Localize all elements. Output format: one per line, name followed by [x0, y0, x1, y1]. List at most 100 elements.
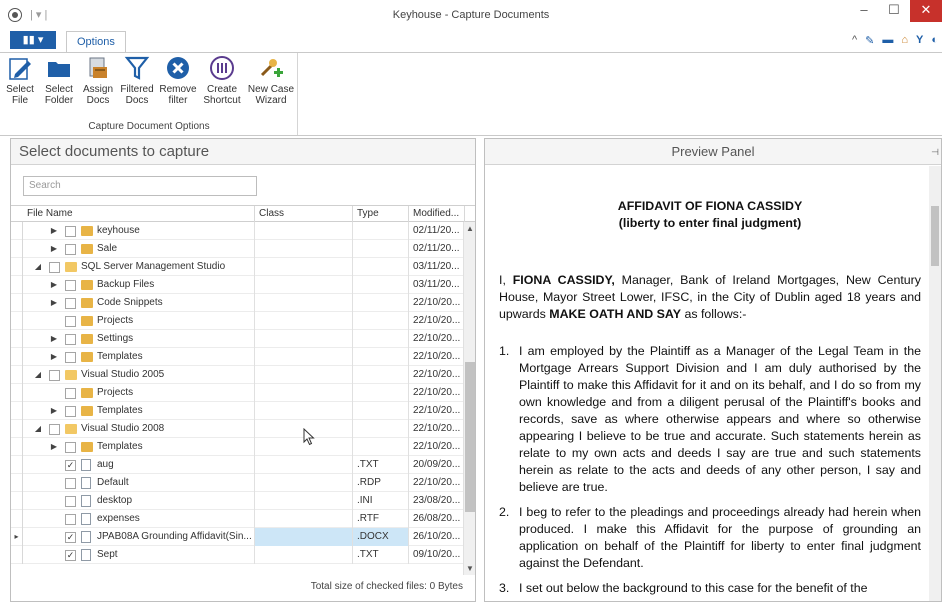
- cell-class[interactable]: [255, 222, 353, 240]
- cell-file-name[interactable]: ▶ Backup Files: [23, 276, 255, 294]
- table-row[interactable]: Projects 22/10/20...: [11, 384, 465, 402]
- cell-modified[interactable]: 09/10/20...: [409, 546, 465, 564]
- row-checkbox[interactable]: [65, 244, 76, 255]
- cell-modified[interactable]: 23/08/20...: [409, 492, 465, 510]
- cell-file-name[interactable]: ✓ Sept: [23, 546, 255, 564]
- row-checkbox[interactable]: [65, 352, 76, 363]
- cell-modified[interactable]: 22/10/20...: [409, 312, 465, 330]
- row-checkbox[interactable]: [49, 370, 60, 381]
- cell-file-name[interactable]: ▶ Templates: [23, 402, 255, 420]
- cell-modified[interactable]: 20/09/20...: [409, 456, 465, 474]
- cell-class[interactable]: [255, 276, 353, 294]
- assign-icon[interactable]: ⌂: [901, 34, 908, 47]
- cell-type[interactable]: [353, 312, 409, 330]
- row-indicator[interactable]: [11, 420, 23, 438]
- help-icon[interactable]: ◐: [931, 34, 938, 47]
- cell-type[interactable]: .RTF: [353, 510, 409, 528]
- row-checkbox[interactable]: [65, 496, 76, 507]
- table-row[interactable]: ▶ Settings 22/10/20...: [11, 330, 465, 348]
- cell-modified[interactable]: 22/10/20...: [409, 384, 465, 402]
- row-checkbox[interactable]: [65, 442, 76, 453]
- row-indicator[interactable]: [11, 366, 23, 384]
- table-row[interactable]: ▸ ✓ JPAB08A Grounding Affidavit(Sin... .DOC…: [11, 528, 465, 546]
- cell-class[interactable]: [255, 312, 353, 330]
- scroll-up-icon[interactable]: ▲: [464, 224, 476, 233]
- cell-class[interactable]: [255, 456, 353, 474]
- row-checkbox[interactable]: ✓: [65, 532, 76, 543]
- cell-class[interactable]: [255, 510, 353, 528]
- expand-arrow-icon[interactable]: ▶: [49, 240, 59, 258]
- collapse-arrow-icon[interactable]: ◢: [33, 258, 43, 276]
- cell-class[interactable]: [255, 528, 353, 546]
- filtered-docs-button[interactable]: Filtered Docs: [118, 55, 156, 106]
- row-indicator[interactable]: [11, 384, 23, 402]
- row-indicator[interactable]: [11, 492, 23, 510]
- minimize-button[interactable]: –: [850, 0, 878, 22]
- cell-modified[interactable]: 22/10/20...: [409, 438, 465, 456]
- maximize-button[interactable]: ☐: [880, 0, 908, 22]
- row-indicator[interactable]: [11, 510, 23, 528]
- table-row[interactable]: ▶ Sale 02/11/20...: [11, 240, 465, 258]
- row-checkbox[interactable]: [49, 262, 60, 273]
- pencil-icon[interactable]: ✎: [865, 34, 874, 47]
- cell-type[interactable]: [353, 222, 409, 240]
- row-indicator[interactable]: [11, 456, 23, 474]
- cell-modified[interactable]: 22/10/20...: [409, 402, 465, 420]
- cell-modified[interactable]: 03/11/20...: [409, 258, 465, 276]
- table-row[interactable]: ▶ Backup Files 03/11/20...: [11, 276, 465, 294]
- cell-type[interactable]: [353, 276, 409, 294]
- table-row[interactable]: ◢ SQL Server Management Studio 03/11/20...: [11, 258, 465, 276]
- row-indicator[interactable]: [11, 474, 23, 492]
- row-checkbox[interactable]: [65, 406, 76, 417]
- row-indicator[interactable]: [11, 294, 23, 312]
- row-checkbox[interactable]: [65, 280, 76, 291]
- row-checkbox[interactable]: ✓: [65, 550, 76, 561]
- cell-class[interactable]: [255, 474, 353, 492]
- cell-class[interactable]: [255, 384, 353, 402]
- cell-modified[interactable]: 22/10/20...: [409, 420, 465, 438]
- remove-filter-button[interactable]: Remove filter: [158, 55, 198, 106]
- cell-file-name[interactable]: ◢ SQL Server Management Studio: [23, 258, 255, 276]
- table-row[interactable]: ▶ Templates 22/10/20...: [11, 348, 465, 366]
- cell-class[interactable]: [255, 294, 353, 312]
- cell-modified[interactable]: 26/10/20...: [409, 528, 465, 546]
- row-indicator[interactable]: [11, 348, 23, 366]
- cell-type[interactable]: .DOCX: [353, 528, 409, 546]
- cell-modified[interactable]: 22/10/20...: [409, 348, 465, 366]
- row-checkbox[interactable]: [65, 514, 76, 525]
- select-file-button[interactable]: Select File: [2, 55, 38, 106]
- table-row[interactable]: Projects 22/10/20...: [11, 312, 465, 330]
- table-row[interactable]: ✓ aug .TXT 20/09/20...: [11, 456, 465, 474]
- cell-class[interactable]: [255, 240, 353, 258]
- collapse-arrow-icon[interactable]: ◢: [33, 366, 43, 384]
- table-row[interactable]: ▶ Templates 22/10/20...: [11, 402, 465, 420]
- cell-type[interactable]: .TXT: [353, 546, 409, 564]
- row-checkbox[interactable]: ✓: [65, 460, 76, 471]
- cell-file-name[interactable]: ▶ Templates: [23, 348, 255, 366]
- new-case-wizard-button[interactable]: New Case Wizard: [246, 55, 296, 106]
- scroll-down-icon[interactable]: ▼: [464, 564, 476, 573]
- cell-file-name[interactable]: Projects: [23, 384, 255, 402]
- create-shortcut-button[interactable]: Create Shortcut: [200, 55, 244, 106]
- cell-type[interactable]: [353, 348, 409, 366]
- cell-modified[interactable]: 26/08/20...: [409, 510, 465, 528]
- cell-type[interactable]: [353, 258, 409, 276]
- row-indicator[interactable]: [11, 258, 23, 276]
- cell-class[interactable]: [255, 348, 353, 366]
- table-row[interactable]: ✓ Sept .TXT 09/10/20...: [11, 546, 465, 564]
- expand-arrow-icon[interactable]: ▶: [49, 294, 59, 312]
- search-input[interactable]: Search: [23, 176, 257, 196]
- cell-modified[interactable]: 22/10/20...: [409, 330, 465, 348]
- row-checkbox[interactable]: [49, 424, 60, 435]
- table-row[interactable]: ◢ Visual Studio 2005 22/10/20...: [11, 366, 465, 384]
- assign-docs-button[interactable]: Assign Docs: [80, 55, 116, 106]
- cell-type[interactable]: [353, 294, 409, 312]
- preview-scrollbar-thumb[interactable]: [931, 206, 939, 266]
- table-row[interactable]: Default .RDP 22/10/20...: [11, 474, 465, 492]
- column-type[interactable]: Type: [353, 206, 409, 222]
- table-row[interactable]: ▶ Code Snippets 22/10/20...: [11, 294, 465, 312]
- cell-file-name[interactable]: ◢ Visual Studio 2005: [23, 366, 255, 384]
- cell-file-name[interactable]: ▶ Settings: [23, 330, 255, 348]
- cell-file-name[interactable]: ▶ Sale: [23, 240, 255, 258]
- cell-file-name[interactable]: ◢ Visual Studio 2008: [23, 420, 255, 438]
